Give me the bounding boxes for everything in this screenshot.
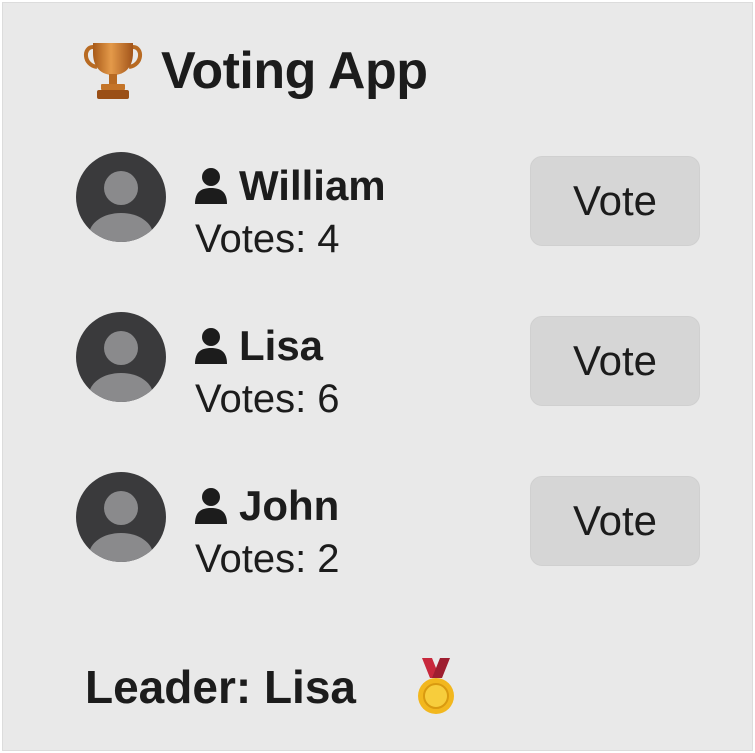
candidate-name-row: John [193,481,339,531]
trophy-icon [84,43,142,99]
vote-button[interactable]: Vote [530,156,700,246]
person-icon [195,488,227,524]
candidate-name: William [239,162,386,209]
vote-count: Votes: 6 [195,377,340,421]
vote-count: Votes: 4 [195,217,340,261]
candidate-row: Lisa Votes: 6 Vote [75,311,705,431]
candidate-name-row: William [193,161,386,211]
leader-label: Leader: Lisa [85,661,356,713]
candidate-name-row: Lisa [193,321,323,371]
vote-button[interactable]: Vote [530,316,700,406]
header: Voting App [81,39,428,103]
voting-app-window: Voting App William Votes: 4 Vote Lisa Vo… [2,2,753,751]
avatar-icon [76,152,166,242]
candidate-name: Lisa [239,322,324,369]
avatar-icon [76,472,166,562]
candidate-name: John [239,482,340,529]
candidate-row: William Votes: 4 Vote [75,151,705,271]
leader-row: Leader: Lisa [85,655,458,719]
medal-icon [418,658,454,714]
person-icon [195,168,227,204]
avatar-icon [76,312,166,402]
person-icon [195,328,227,364]
vote-count: Votes: 2 [195,537,340,581]
candidate-row: John Votes: 2 Vote [75,471,705,591]
app-title: Voting App [161,42,428,100]
vote-button[interactable]: Vote [530,476,700,566]
